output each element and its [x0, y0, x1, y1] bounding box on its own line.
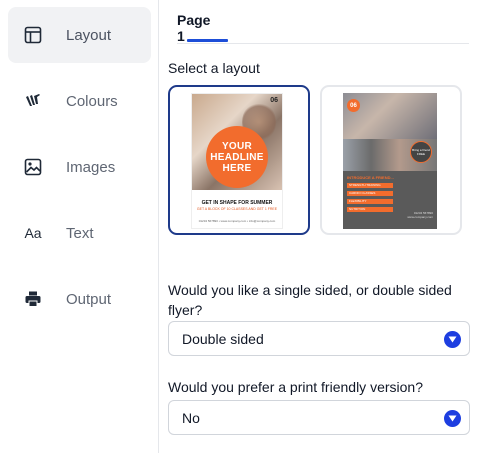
- sidebar-item-colours[interactable]: Colours: [8, 73, 151, 129]
- flyer-offer: GET A BLOCK OF 10 CLASSES AND GET 1 FREE: [196, 207, 278, 211]
- flyer-headline-circle: YOUR HEADLINE HERE: [206, 126, 268, 188]
- flyer-preview-1: 06 YOUR HEADLINE HERE GET IN SHAPE FOR S…: [192, 94, 282, 228]
- layout-option-2[interactable]: 06 Bring a friend FREE INTRODUCE A FRIEN…: [320, 85, 462, 235]
- print-friendly-question-label: Would you prefer a print friendly versio…: [168, 379, 423, 395]
- sidebar-item-label: Text: [66, 224, 94, 242]
- flyer-bar: FLEXIBILITY: [347, 199, 393, 204]
- sided-question-label: Would you like a single sided, or double…: [168, 282, 452, 318]
- flyer-logo: 06: [347, 99, 360, 112]
- flyer-badge: Bring a friend FREE: [410, 141, 432, 163]
- flyer-headline-line: HERE: [222, 162, 252, 174]
- layout-section-label: Select a layout: [168, 60, 260, 76]
- sidebar: Layout Colours Images Aa Text Output: [0, 0, 159, 453]
- flyer-preview-2: 06 Bring a friend FREE INTRODUCE A FRIEN…: [343, 93, 437, 229]
- layout-icon: [23, 25, 43, 45]
- sided-select[interactable]: Double sided: [168, 321, 470, 356]
- tab-bar: Page 1: [177, 0, 469, 44]
- flyer-bar: CARDIO CLASSES: [347, 191, 393, 196]
- tab-active-indicator: [187, 39, 228, 42]
- print-friendly-select-value: No: [182, 410, 200, 426]
- flyer-footer: 01234 567890 • www.company.com • info@co…: [198, 219, 276, 223]
- text-icon: Aa: [24, 225, 42, 241]
- main-panel: Page 1 Select a layout 06 YOUR HEADLINE …: [160, 0, 478, 453]
- layout-option-1[interactable]: 06 YOUR HEADLINE HERE GET IN SHAPE FOR S…: [168, 85, 310, 235]
- sided-select-value: Double sided: [182, 331, 264, 347]
- flyer-bar: NUTRITION: [347, 207, 393, 212]
- sidebar-item-layout[interactable]: Layout: [8, 7, 151, 63]
- sidebar-item-text[interactable]: Aa Text: [8, 205, 151, 261]
- flyer-bar: STRENGTH TRAINING: [347, 183, 393, 188]
- paint-brush-icon: [23, 91, 43, 111]
- image-icon: [23, 157, 43, 177]
- printer-icon: [23, 289, 43, 309]
- chevron-down-icon: [444, 331, 461, 348]
- print-friendly-select[interactable]: No: [168, 400, 470, 435]
- sidebar-item-label: Colours: [66, 92, 118, 110]
- flyer-headline-line: YOUR: [221, 140, 253, 152]
- sidebar-item-label: Layout: [66, 26, 112, 44]
- chevron-down-icon: [444, 410, 461, 427]
- flyer-headline-line: HEADLINE: [210, 151, 264, 163]
- flyer-subheading: GET IN SHAPE FOR SUMMER: [201, 200, 273, 206]
- flyer-heading: INTRODUCE A FRIEND...: [347, 175, 394, 180]
- flyer-contact: 01234 567890 www.company.com: [407, 211, 433, 219]
- sidebar-item-images[interactable]: Images: [8, 139, 151, 195]
- flyer-logo: 06: [270, 97, 278, 104]
- sidebar-item-output[interactable]: Output: [8, 271, 151, 327]
- sidebar-item-label: Images: [66, 158, 116, 176]
- sidebar-item-label: Output: [66, 290, 112, 308]
